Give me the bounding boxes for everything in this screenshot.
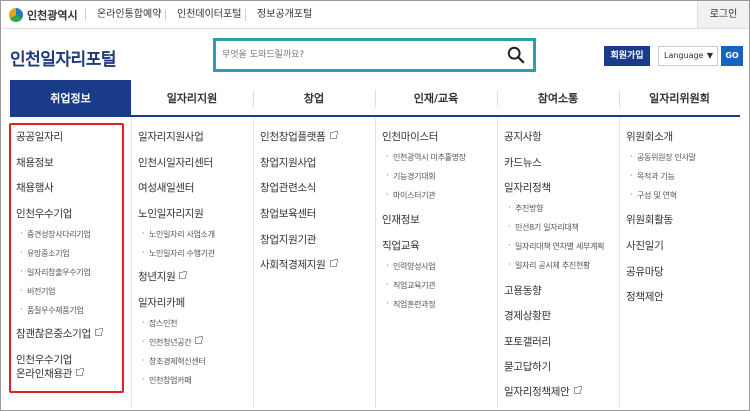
menu-item[interactable]: 정책제안 bbox=[626, 289, 664, 304]
menu-item[interactable]: 공유마당 bbox=[626, 264, 664, 279]
incheon-logo[interactable]: 인천광역시 bbox=[9, 5, 78, 25]
tab-job-committee[interactable]: 일자리위원회 bbox=[619, 80, 740, 117]
divider bbox=[165, 9, 166, 21]
divider bbox=[619, 118, 620, 408]
search-box bbox=[213, 38, 536, 72]
submenu-item[interactable]: 노인일자리 사업소개 bbox=[142, 229, 215, 240]
submenu-item[interactable]: 노인일자리 수행기관 bbox=[142, 248, 215, 259]
menu-item[interactable]: 직업교육 bbox=[382, 238, 420, 253]
chevron-down-icon: ▼ bbox=[706, 51, 713, 60]
submenu-item[interactable]: 직업훈련과정 bbox=[386, 299, 436, 310]
submenu-item[interactable]: 민선8기 일자리대책 bbox=[508, 222, 579, 233]
menu-item[interactable]: 묻고답하기 bbox=[504, 359, 551, 374]
menu-item[interactable]: 고용동향 bbox=[504, 283, 542, 298]
submenu-item[interactable]: 기능경기대회 bbox=[386, 171, 436, 182]
external-link-icon bbox=[195, 336, 204, 344]
site-brand[interactable]: 인천일자리포털 bbox=[10, 45, 116, 70]
tab-talent-education[interactable]: 인재/교육 bbox=[375, 80, 497, 117]
menu-item[interactable]: 포토갤러리 bbox=[504, 334, 551, 349]
menu-item[interactable]: 여성새일센터 bbox=[138, 180, 194, 195]
menu-item[interactable]: 일자리정책 bbox=[504, 180, 551, 195]
submenu-item[interactable]: 직업교육기관 bbox=[386, 280, 436, 291]
menu-item[interactable]: 인재정보 bbox=[382, 212, 420, 227]
menu-item[interactable]: 공지사항 bbox=[504, 129, 542, 144]
tab-job-support[interactable]: 일자리지원 bbox=[131, 80, 253, 117]
external-link-icon bbox=[329, 131, 338, 139]
submenu-item[interactable]: 추진방향 bbox=[508, 203, 544, 214]
menu-item[interactable]: 위원회소개 bbox=[626, 129, 673, 144]
main-nav: 취업정보 일자리지원 창업 인재/교육 참여소통 일자리위원회 bbox=[10, 80, 740, 117]
menu-item[interactable]: 위원회활동 bbox=[626, 212, 673, 227]
link-data-portal[interactable]: 인천데이터포털 bbox=[177, 1, 241, 29]
menu-item[interactable]: 노인일자리지원 bbox=[138, 206, 204, 221]
menu-item[interactable]: 인천마이스터 bbox=[382, 129, 438, 144]
tab-participation[interactable]: 참여소통 bbox=[497, 80, 619, 117]
menu-item[interactable]: 일자리카페 bbox=[138, 295, 185, 310]
search-input[interactable] bbox=[222, 45, 502, 65]
divider bbox=[253, 118, 254, 408]
submenu-item[interactable]: 인천창업카페 bbox=[142, 375, 192, 386]
go-button[interactable]: GO bbox=[721, 46, 743, 66]
incheon-logo-icon bbox=[9, 8, 23, 22]
submenu-item[interactable]: 인천광역시 미추홀명장 bbox=[386, 152, 466, 163]
submenu-item-label: 인천청년공간 bbox=[149, 338, 192, 347]
incheon-logo-text: 인천광역시 bbox=[27, 9, 78, 22]
submenu-item[interactable]: 창조경제혁신센터 bbox=[142, 356, 206, 367]
menu-item-label: 사회적경제지원 bbox=[260, 259, 326, 271]
menu-item-external[interactable]: 인천창업플랫폼 bbox=[260, 129, 338, 144]
login-button[interactable]: 로그인 bbox=[697, 1, 749, 28]
join-button[interactable]: 회원가입 bbox=[604, 46, 650, 66]
submenu-item[interactable]: 목적과 기능 bbox=[630, 171, 675, 182]
menu-item-external[interactable]: 청년지원 bbox=[138, 269, 188, 284]
menu-item[interactable]: 창업보육센터 bbox=[260, 206, 316, 221]
language-label: Language bbox=[664, 51, 704, 60]
menu-item[interactable]: 창업지원사업 bbox=[260, 155, 316, 170]
divider bbox=[375, 118, 376, 408]
menu-item[interactable]: 창업관련소식 bbox=[260, 180, 316, 195]
tab-startup[interactable]: 창업 bbox=[253, 80, 375, 117]
external-link-icon bbox=[329, 259, 338, 267]
submenu-item[interactable]: 인력양성사업 bbox=[386, 261, 436, 272]
menu-item-label: 청년지원 bbox=[138, 271, 176, 283]
link-info-disclosure[interactable]: 정보공개포털 bbox=[257, 1, 312, 29]
search-icon[interactable] bbox=[507, 46, 525, 64]
menu-item[interactable]: 경제상황판 bbox=[504, 308, 551, 323]
menu-item[interactable]: 카드뉴스 bbox=[504, 155, 542, 170]
menu-item[interactable]: 일자리지원사업 bbox=[138, 129, 204, 144]
submenu-item[interactable]: 잡스인천 bbox=[142, 318, 178, 329]
menu-item-external[interactable]: 사회적경제지원 bbox=[260, 257, 338, 272]
language-select[interactable]: Language ▼ bbox=[658, 46, 718, 66]
tab-job-info[interactable]: 취업정보 bbox=[10, 80, 131, 117]
menu-item-label: 인천창업플랫폼 bbox=[260, 131, 326, 143]
utility-bar: 인천광역시 온라인통합예약 인천데이터포털 정보공개포털 로그인 bbox=[1, 1, 749, 29]
submenu-item[interactable]: 구성 및 연혁 bbox=[630, 190, 677, 201]
highlight-box bbox=[9, 123, 124, 393]
menu-item[interactable]: 사진일기 bbox=[626, 238, 664, 253]
submenu-item-external[interactable]: 인천청년공간 bbox=[142, 336, 204, 348]
divider bbox=[497, 118, 498, 408]
divider bbox=[245, 9, 246, 21]
menu-item[interactable]: 인천시일자리센터 bbox=[138, 155, 213, 170]
submenu-item[interactable]: 마이스터기관 bbox=[386, 190, 436, 201]
divider bbox=[85, 9, 86, 21]
link-online-reservation[interactable]: 온라인통합예약 bbox=[97, 1, 161, 29]
external-link-icon bbox=[573, 386, 582, 394]
submenu-item[interactable]: 일자리대책 연차별 세부계획 bbox=[508, 241, 605, 252]
divider bbox=[131, 118, 132, 408]
menu-item-label: 일자리정책제안 bbox=[504, 386, 570, 398]
external-link-icon bbox=[179, 271, 188, 279]
submenu-item[interactable]: 일자리 공시제 추진현황 bbox=[508, 260, 590, 271]
submenu-item[interactable]: 공동위원장 인사말 bbox=[630, 152, 696, 163]
menu-item-external[interactable]: 일자리정책제안 bbox=[504, 384, 582, 399]
menu-item[interactable]: 창업지원기관 bbox=[260, 232, 316, 247]
